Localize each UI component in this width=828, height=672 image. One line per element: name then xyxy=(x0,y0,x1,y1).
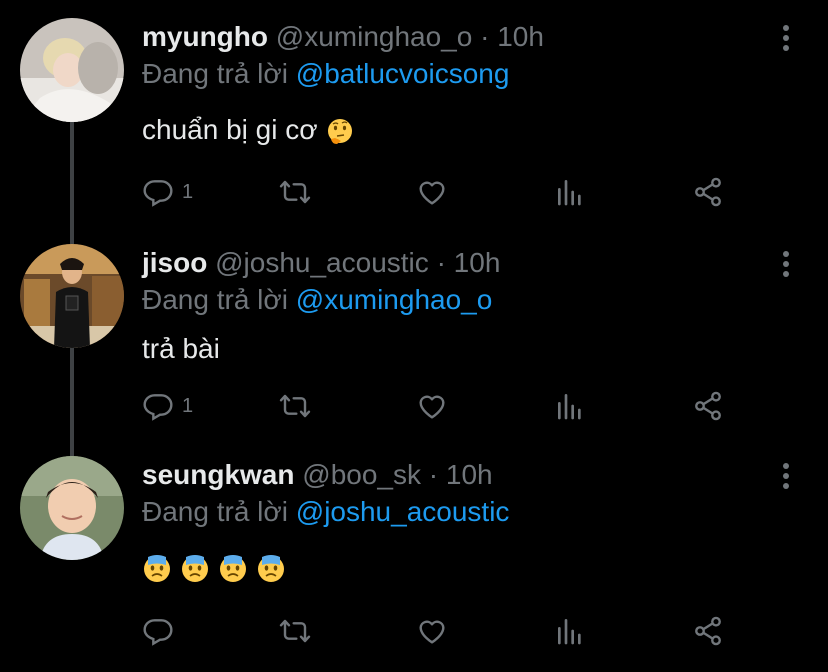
share-icon xyxy=(695,616,721,646)
username[interactable]: @boo_sk xyxy=(302,459,421,490)
reply-mention-link[interactable]: @joshu_acoustic xyxy=(296,496,510,527)
retweet-icon xyxy=(279,619,311,643)
tweet-header: jisoo @joshu_acoustic · 10h xyxy=(142,246,500,280)
replying-to: Đang trả lời @batlucvoicsong xyxy=(142,57,509,91)
tweet[interactable]: myungho @xuminghao_o · 10h Đang trả lời … xyxy=(0,18,828,218)
more-icon[interactable] xyxy=(776,250,796,278)
tweet-actions: 1 xyxy=(142,389,742,423)
thinking-face-icon xyxy=(328,118,353,144)
like-icon xyxy=(419,181,445,205)
like-button[interactable] xyxy=(416,389,448,423)
tweet-actions: 1 xyxy=(142,175,742,209)
retweet-button[interactable] xyxy=(278,389,312,423)
share-icon xyxy=(695,391,721,421)
timestamp[interactable]: 10h xyxy=(497,21,544,52)
avatar[interactable] xyxy=(20,244,124,348)
tweet-header: seungkwan @boo_sk · 10h xyxy=(142,458,493,492)
separator-dot: · xyxy=(480,21,490,52)
reply-icon xyxy=(143,619,173,646)
share-button[interactable] xyxy=(692,389,724,423)
retweet-icon xyxy=(279,180,311,204)
reply-mention-link[interactable]: @xuminghao_o xyxy=(296,284,493,315)
like-button[interactable] xyxy=(416,175,448,209)
tweet-actions xyxy=(142,614,742,648)
tweet-text-content: chuẩn bị gi cơ xyxy=(142,114,318,145)
anxious-face-icon xyxy=(220,554,246,582)
analytics-button[interactable] xyxy=(554,614,586,648)
retweet-button[interactable] xyxy=(278,175,312,209)
share-button[interactable] xyxy=(692,175,724,209)
like-icon xyxy=(419,620,445,644)
tweet-text: chuẩn bị gi cơ xyxy=(142,113,363,147)
replying-to-label: Đang trả lời xyxy=(142,496,288,527)
like-icon xyxy=(419,395,445,419)
avatar[interactable] xyxy=(20,18,124,122)
tweet-text: trả bài xyxy=(142,333,220,364)
reply-icon xyxy=(143,394,173,421)
tweet-text xyxy=(142,550,294,584)
reply-count: 1 xyxy=(182,180,194,203)
like-button[interactable] xyxy=(416,614,448,648)
timestamp[interactable]: 10h xyxy=(446,459,493,490)
analytics-button[interactable] xyxy=(554,389,586,423)
share-icon xyxy=(695,177,721,207)
more-icon[interactable] xyxy=(776,24,796,52)
tweet[interactable]: seungkwan @boo_sk · 10h Đang trả lời @jo… xyxy=(0,456,828,666)
display-name[interactable]: jisoo xyxy=(142,247,207,278)
tweet-header: myungho @xuminghao_o · 10h xyxy=(142,20,544,54)
share-button[interactable] xyxy=(692,614,724,648)
reply-button[interactable]: 1 xyxy=(142,175,193,209)
reply-count: 1 xyxy=(182,394,194,417)
replying-to-label: Đang trả lời xyxy=(142,58,288,89)
username[interactable]: @joshu_acoustic xyxy=(215,247,429,278)
retweet-button[interactable] xyxy=(278,614,312,648)
anxious-face-icon xyxy=(258,554,284,582)
reply-mention-link[interactable]: @batlucvoicsong xyxy=(296,58,510,89)
reply-button[interactable] xyxy=(142,614,182,648)
retweet-icon xyxy=(279,394,311,418)
replying-to: Đang trả lời @joshu_acoustic xyxy=(142,495,509,529)
display-name[interactable]: seungkwan xyxy=(142,459,294,490)
timestamp[interactable]: 10h xyxy=(454,247,501,278)
analytics-button[interactable] xyxy=(554,175,586,209)
separator-dot: · xyxy=(436,247,446,278)
tweet[interactable]: jisoo @joshu_acoustic · 10h Đang trả lời… xyxy=(0,244,828,444)
anxious-face-icon xyxy=(144,554,170,582)
anxious-face-icon xyxy=(182,554,208,582)
analytics-icon xyxy=(558,619,581,645)
more-icon[interactable] xyxy=(776,462,796,490)
analytics-icon xyxy=(558,180,581,206)
avatar[interactable] xyxy=(20,456,124,560)
analytics-icon xyxy=(558,394,581,420)
username[interactable]: @xuminghao_o xyxy=(276,21,473,52)
reply-icon xyxy=(143,180,173,207)
display-name[interactable]: myungho xyxy=(142,21,268,52)
separator-dot: · xyxy=(428,459,439,490)
replying-to-label: Đang trả lời xyxy=(142,284,288,315)
replying-to: Đang trả lời @xuminghao_o xyxy=(142,283,492,317)
reply-button[interactable]: 1 xyxy=(142,389,193,423)
